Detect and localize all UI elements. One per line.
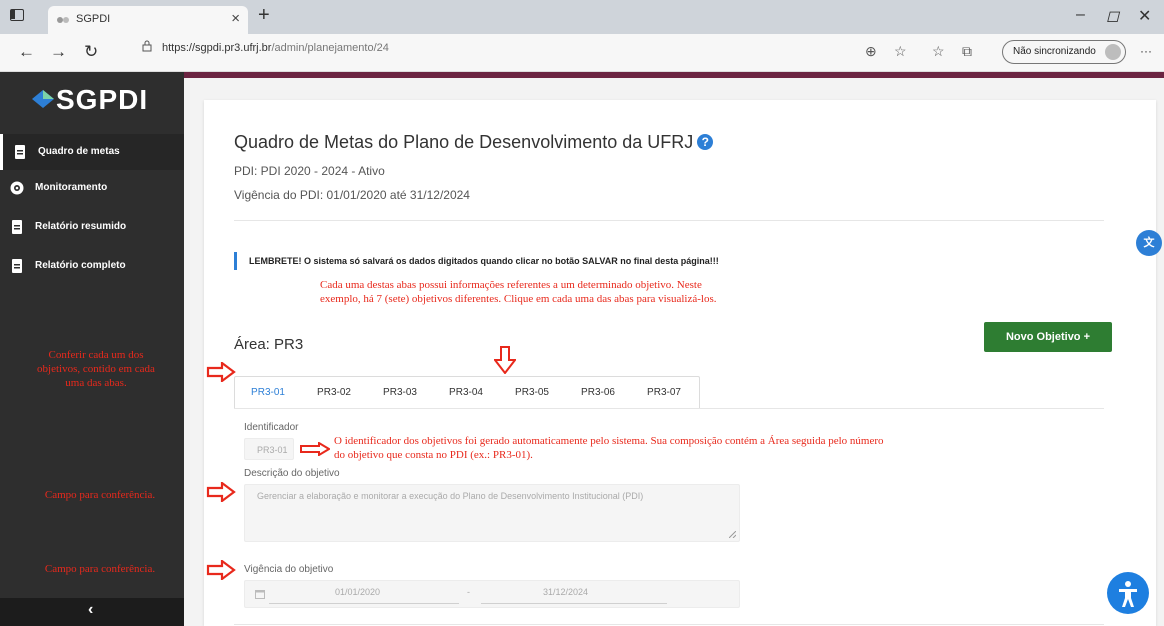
- url-host: https://sgpdi.pr3.ufrj.br: [162, 42, 272, 54]
- resize-handle-icon[interactable]: [729, 531, 736, 538]
- collections-icon[interactable]: ⧉: [962, 43, 972, 60]
- novo-objetivo-button[interactable]: Novo Objetivo +: [984, 322, 1112, 352]
- accessibility-button[interactable]: [1107, 572, 1149, 614]
- tab-pr3-01[interactable]: PR3-01: [235, 377, 301, 409]
- arrow-right-icon: [300, 442, 330, 456]
- main-content: Quadro de Metas do Plano de Desenvolvime…: [184, 78, 1164, 626]
- identificador-value: PR3-01: [257, 445, 288, 455]
- tab-close-icon[interactable]: ×: [231, 10, 240, 27]
- objective-tabs: PR3-01 PR3-02 PR3-03 PR3-04 PR3-05 PR3-0…: [234, 376, 700, 408]
- arrow-down-icon: [494, 346, 516, 374]
- address-bar-row: ← → ↻ https://sgpdi.pr3.ufrj.br/admin/pl…: [0, 34, 1164, 72]
- descricao-label: Descrição do objetivo: [244, 468, 340, 479]
- date-start[interactable]: 01/01/2020: [335, 587, 380, 597]
- arrow-right-icon: [206, 482, 236, 502]
- more-icon[interactable]: ···: [1140, 44, 1152, 58]
- minimize-icon[interactable]: –: [1076, 6, 1085, 24]
- tab-strip: SGPDI × + – ◻ ✕: [0, 0, 1164, 34]
- help-icon[interactable]: ?: [697, 134, 714, 150]
- area-label: Área: PR3: [234, 336, 304, 353]
- annotation-tabs-hint: Conferir cada um dos objetivos, contido …: [37, 349, 155, 389]
- date-separator: -: [467, 587, 470, 597]
- sync-label: Não sincronizando: [1013, 46, 1096, 57]
- logo[interactable]: SGPDI: [56, 84, 148, 116]
- document-icon: [15, 145, 25, 159]
- date-start-underline: [269, 603, 459, 604]
- browser-window: SGPDI × + – ◻ ✕ ← → ↻ https://sgpdi.pr3.…: [0, 0, 1164, 626]
- sidebar-item-monitoramento[interactable]: Monitoramento: [0, 170, 184, 206]
- content-card: Quadro de Metas do Plano de Desenvolvime…: [204, 100, 1156, 626]
- sidebar-item-label: Monitoramento: [35, 182, 108, 193]
- tab-pr3-06[interactable]: PR3-06: [565, 377, 631, 409]
- refresh-icon[interactable]: ↻: [84, 42, 98, 62]
- sidebar-item-quadro-de-metas[interactable]: Quadro de metas: [0, 134, 184, 170]
- translate-icon[interactable]: 文: [1136, 230, 1162, 256]
- tab-pr3-02[interactable]: PR3-02: [301, 377, 367, 409]
- chevron-left-icon: ‹: [88, 601, 94, 618]
- sidebar-item-label: Relatório completo: [35, 260, 126, 271]
- profile-sync-button[interactable]: Não sincronizando: [1002, 40, 1126, 64]
- tab-pr3-05[interactable]: PR3-05: [499, 377, 565, 409]
- favicon-icon: [57, 17, 69, 23]
- pdi-validity: Vigência do PDI: 01/01/2020 até 31/12/20…: [234, 188, 470, 202]
- logo-mark-icon: [32, 90, 54, 108]
- document-icon: [12, 220, 22, 234]
- sidebar: SGPDI Quadro de metas Monitoramento Rela…: [0, 72, 184, 626]
- forward-icon[interactable]: →: [50, 42, 67, 62]
- tab-title: SGPDI: [76, 13, 111, 25]
- reminder-alert: LEMBRETE! O sistema só salvará os dados …: [234, 252, 719, 270]
- annotation-field-check: Campo para conferência.: [44, 489, 156, 501]
- avatar: [1105, 44, 1121, 60]
- sidebar-item-relatorio-completo[interactable]: Relatório completo: [0, 248, 184, 284]
- sidebar-item-label: Relatório resumido: [35, 221, 127, 232]
- page-title: Quadro de Metas do Plano de Desenvolvime…: [234, 132, 714, 153]
- url-field[interactable]: https://sgpdi.pr3.ufrj.br/admin/planejam…: [162, 42, 389, 54]
- date-end-underline: [481, 603, 667, 604]
- favorite-add-icon[interactable]: ☆: [894, 43, 907, 60]
- identificador-field[interactable]: PR3-01: [244, 438, 294, 460]
- descricao-value: Gerenciar a elaboração e monitorar a exe…: [257, 491, 644, 501]
- zoom-icon[interactable]: ⊕: [865, 43, 877, 60]
- lock-icon: [142, 40, 152, 52]
- new-tab-icon[interactable]: +: [258, 4, 270, 27]
- browser-tab[interactable]: SGPDI ×: [48, 6, 248, 34]
- annotation-identificador: O identificador dos objetivos foi gerado…: [334, 435, 884, 461]
- identificador-label: Identificador: [244, 422, 299, 433]
- tab-pr3-04[interactable]: PR3-04: [433, 377, 499, 409]
- back-icon[interactable]: ←: [18, 42, 35, 62]
- arrow-right-icon: [206, 362, 236, 382]
- restore-icon[interactable]: ◻: [1106, 6, 1119, 26]
- vigencia-objetivo-label: Vigência do objetivo: [244, 564, 334, 575]
- favorites-icon[interactable]: ☆: [932, 43, 945, 60]
- tab-pr3-03[interactable]: PR3-03: [367, 377, 433, 409]
- divider: [234, 220, 1104, 221]
- sidebar-item-label: Quadro de metas: [38, 146, 120, 157]
- document-icon: [12, 259, 22, 273]
- tabs-underline: [234, 408, 1104, 409]
- vigencia-objetivo-field[interactable]: 01/01/2020 - 31/12/2024: [244, 580, 740, 608]
- tab-pr3-07[interactable]: PR3-07: [631, 377, 697, 409]
- eye-icon: [10, 181, 24, 195]
- page-title-text: Quadro de Metas do Plano de Desenvolvime…: [234, 132, 694, 152]
- sidebar-collapse-button[interactable]: ‹: [0, 598, 184, 626]
- accessibility-icon: [1119, 581, 1137, 607]
- sidebar-item-relatorio-resumido[interactable]: Relatório resumido: [0, 209, 184, 245]
- annotation-abas: Cada uma destas abas possui informações …: [320, 279, 717, 305]
- pdi-info: PDI: PDI 2020 - 2024 - Ativo: [234, 164, 385, 178]
- divider: [234, 624, 1104, 625]
- descricao-textarea[interactable]: Gerenciar a elaboração e monitorar a exe…: [244, 484, 740, 542]
- url-path: /admin/planejamento/24: [271, 42, 389, 54]
- calendar-icon: [255, 590, 265, 599]
- annotation-field-check: Campo para conferência.: [44, 563, 156, 575]
- arrow-right-icon: [206, 560, 236, 580]
- window-close-icon[interactable]: ✕: [1138, 6, 1151, 26]
- date-end[interactable]: 31/12/2024: [543, 587, 588, 597]
- tab-actions-icon[interactable]: [10, 9, 24, 21]
